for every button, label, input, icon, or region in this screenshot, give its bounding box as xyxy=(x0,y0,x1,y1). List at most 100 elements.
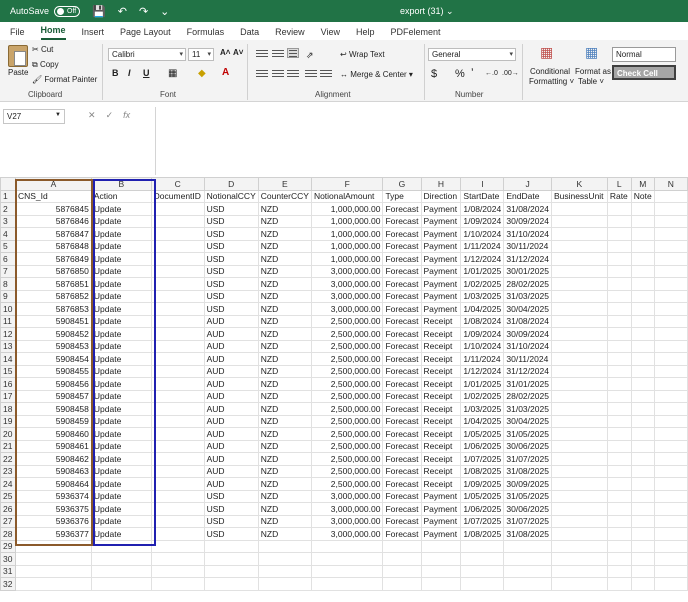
cell[interactable]: NZD xyxy=(257,252,312,266)
cell[interactable]: 31/05/2025 xyxy=(503,489,552,503)
cell[interactable]: 1/09/2025 xyxy=(460,477,505,491)
cell[interactable] xyxy=(606,527,632,541)
cell[interactable]: 28/02/2025 xyxy=(503,389,552,403)
cell[interactable]: Update xyxy=(90,202,152,216)
cell[interactable]: AUD xyxy=(203,364,259,378)
cell[interactable] xyxy=(653,489,688,503)
cell[interactable]: Forecast xyxy=(382,264,422,278)
cell[interactable]: 1,000,000.00 xyxy=(310,214,384,228)
cell[interactable]: 5908464 xyxy=(14,477,92,491)
cell[interactable] xyxy=(150,414,205,428)
cell[interactable]: AUD xyxy=(203,352,259,366)
cell[interactable] xyxy=(550,252,608,266)
cell[interactable] xyxy=(550,477,608,491)
row-header[interactable]: 14 xyxy=(0,352,16,366)
cell[interactable] xyxy=(550,502,608,516)
cell[interactable]: Receipt xyxy=(420,464,462,478)
cell[interactable]: NZD xyxy=(257,427,312,441)
cell[interactable] xyxy=(203,539,259,553)
cell[interactable]: 5876846 xyxy=(14,214,92,228)
column-header[interactable]: M xyxy=(630,177,655,191)
cell[interactable] xyxy=(550,302,608,316)
align-right-icon[interactable] xyxy=(287,70,299,80)
cell[interactable] xyxy=(550,264,608,278)
cell[interactable]: 5876847 xyxy=(14,227,92,241)
cell[interactable]: NZD xyxy=(257,327,312,341)
cell[interactable]: AUD xyxy=(203,389,259,403)
cell[interactable]: Update xyxy=(90,489,152,503)
row-header[interactable]: 7 xyxy=(0,264,16,278)
cell[interactable] xyxy=(653,277,688,291)
cell[interactable]: NZD xyxy=(257,514,312,528)
cell[interactable]: AUD xyxy=(203,452,259,466)
row-header[interactable]: 3 xyxy=(0,214,16,228)
cell[interactable]: 2,500,000.00 xyxy=(310,364,384,378)
cell[interactable]: 5908451 xyxy=(14,314,92,328)
cell[interactable] xyxy=(630,214,655,228)
cell[interactable]: Action xyxy=(90,189,152,203)
cell[interactable] xyxy=(150,302,205,316)
cell[interactable] xyxy=(606,339,632,353)
cell[interactable]: 5908459 xyxy=(14,414,92,428)
cell[interactable]: AUD xyxy=(203,327,259,341)
row-header[interactable]: 4 xyxy=(0,227,16,241)
cell[interactable]: EndDate xyxy=(503,189,552,203)
cell[interactable]: Update xyxy=(90,302,152,316)
cell[interactable]: Update xyxy=(90,364,152,378)
cell[interactable]: NZD xyxy=(257,377,312,391)
align-middle-icon[interactable] xyxy=(272,50,284,60)
merge-center-button[interactable]: ↔ Merge & Center ▾ xyxy=(340,70,413,79)
cell[interactable]: 3,000,000.00 xyxy=(310,502,384,516)
cell[interactable]: 1/09/2024 xyxy=(460,214,505,228)
save-icon[interactable]: 💾 xyxy=(92,5,106,18)
cell[interactable] xyxy=(257,564,312,578)
row-header[interactable]: 24 xyxy=(0,477,16,491)
cell[interactable] xyxy=(630,414,655,428)
borders-icon[interactable]: ▦ xyxy=(168,68,177,79)
cell[interactable] xyxy=(257,539,312,553)
row-header[interactable]: 32 xyxy=(0,577,16,591)
cell[interactable] xyxy=(653,477,688,491)
cell[interactable] xyxy=(653,264,688,278)
cell[interactable]: 1/08/2025 xyxy=(460,464,505,478)
cell[interactable] xyxy=(90,539,152,553)
row-header[interactable]: 8 xyxy=(0,277,16,291)
cell[interactable] xyxy=(550,552,608,566)
font-name-select[interactable]: Calibri ▾ xyxy=(108,48,186,61)
cell[interactable] xyxy=(550,364,608,378)
cell[interactable]: Receipt xyxy=(420,327,462,341)
cell[interactable] xyxy=(606,539,632,553)
cell[interactable]: Update xyxy=(90,227,152,241)
cell[interactable] xyxy=(150,264,205,278)
cell[interactable]: 30/09/2024 xyxy=(503,327,552,341)
cell[interactable]: NZD xyxy=(257,339,312,353)
cell[interactable] xyxy=(460,539,505,553)
cell[interactable]: Forecast xyxy=(382,477,422,491)
cell[interactable]: Forecast xyxy=(382,402,422,416)
cell[interactable]: 5876849 xyxy=(14,252,92,266)
cell[interactable]: AUD xyxy=(203,314,259,328)
cell[interactable] xyxy=(150,214,205,228)
cell[interactable]: 1/06/2025 xyxy=(460,439,505,453)
cell[interactable] xyxy=(14,552,92,566)
cell[interactable] xyxy=(420,539,462,553)
cell[interactable]: AUD xyxy=(203,439,259,453)
cell[interactable]: AUD xyxy=(203,427,259,441)
cell[interactable]: Forecast xyxy=(382,302,422,316)
cell[interactable]: Forecast xyxy=(382,214,422,228)
cell[interactable]: 31/08/2024 xyxy=(503,202,552,216)
cell[interactable] xyxy=(90,552,152,566)
cell[interactable]: Update xyxy=(90,502,152,516)
cell[interactable] xyxy=(653,364,688,378)
cell[interactable] xyxy=(630,239,655,253)
cell[interactable]: 1,000,000.00 xyxy=(310,227,384,241)
cell[interactable] xyxy=(653,439,688,453)
cell[interactable] xyxy=(653,352,688,366)
cell[interactable] xyxy=(606,314,632,328)
cell[interactable] xyxy=(653,239,688,253)
cell[interactable]: Update xyxy=(90,352,152,366)
cell[interactable]: 1/01/2025 xyxy=(460,264,505,278)
cell[interactable]: 5908458 xyxy=(14,402,92,416)
cell[interactable]: 5908453 xyxy=(14,339,92,353)
cell[interactable]: 2,500,000.00 xyxy=(310,402,384,416)
